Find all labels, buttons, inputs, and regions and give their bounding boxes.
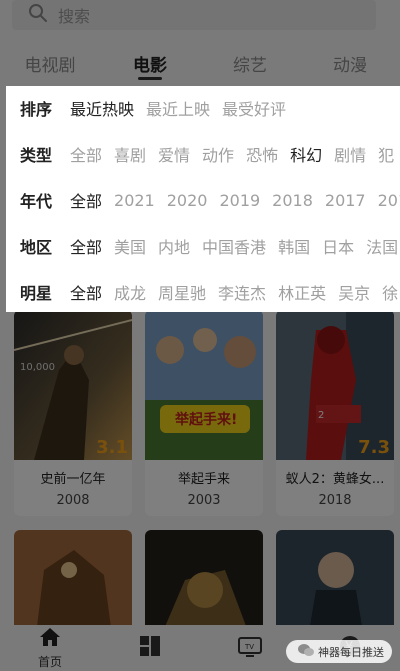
filter-option[interactable]: 动作 [202,142,234,166]
filter-option[interactable]: 全部 [70,280,102,304]
filter-option[interactable]: 2020 [167,191,208,210]
filter-option[interactable]: 2021 [114,191,155,210]
filter-option[interactable]: 喜剧 [114,142,146,166]
filter-row-genre: 类型 全部 喜剧 爱情 动作 恐怖 科幻 剧情 犯 [6,140,394,168]
filter-row-year: 年代 全部 2021 2020 2019 2018 2017 2016 [6,186,400,214]
app-root: 搜索 电视剧 电影 综艺 动漫 10,000 3.1 史前一亿年 2008 [0,0,400,671]
filter-row-sort: 排序 最近热映 最近上映 最受好评 [6,94,286,122]
filter-option[interactable]: 科幻 [290,142,322,166]
filter-option[interactable]: 2016 [378,191,400,210]
filter-option[interactable]: 犯 [378,142,394,166]
filter-option[interactable]: 恐怖 [246,142,278,166]
filter-option[interactable]: 全部 [70,188,102,212]
filter-option[interactable]: 日本 [322,234,354,258]
filter-option[interactable]: 李连杰 [218,280,266,304]
watermark: 神器每日推送 [286,640,392,663]
filter-option[interactable]: 全部 [70,234,102,258]
filter-option[interactable]: 最受好评 [222,96,286,120]
filter-option[interactable]: 爱情 [158,142,190,166]
filter-option[interactable]: 韩国 [278,234,310,258]
filter-option[interactable]: 法国 [366,234,398,258]
watermark-text: 神器每日推送 [318,645,384,659]
filter-option[interactable]: 吴京 [338,280,370,304]
filter-option[interactable]: 全部 [70,142,102,166]
filter-key: 年代 [20,192,53,211]
wechat-icon [298,643,314,660]
filter-key: 排序 [20,100,53,119]
filter-option[interactable]: 周星驰 [158,280,206,304]
filter-option[interactable]: 美国 [114,234,146,258]
filter-panel: 排序 最近热映 最近上映 最受好评 类型 全部 喜剧 爱情 动作 恐怖 科幻 剧… [6,86,400,312]
filter-key: 类型 [20,146,53,165]
filter-option[interactable]: 徐 [382,280,398,304]
filter-option[interactable]: 2018 [272,191,313,210]
filter-option[interactable]: 2019 [219,191,260,210]
filter-option[interactable]: 最近热映 [70,96,134,120]
filter-option[interactable]: 中国香港 [202,234,266,258]
filter-option[interactable]: 林正英 [278,280,326,304]
filter-key: 明星 [20,284,53,303]
filter-row-star: 明星 全部 成龙 周星驰 李连杰 林正英 吴京 徐 [6,278,398,306]
filter-option[interactable]: 2017 [325,191,366,210]
filter-option[interactable]: 最近上映 [146,96,210,120]
filter-row-region: 地区 全部 美国 内地 中国香港 韩国 日本 法国 [6,232,398,260]
filter-option[interactable]: 剧情 [334,142,366,166]
filter-option[interactable]: 内地 [158,234,190,258]
filter-option[interactable]: 成龙 [114,280,146,304]
filter-key: 地区 [20,238,53,257]
